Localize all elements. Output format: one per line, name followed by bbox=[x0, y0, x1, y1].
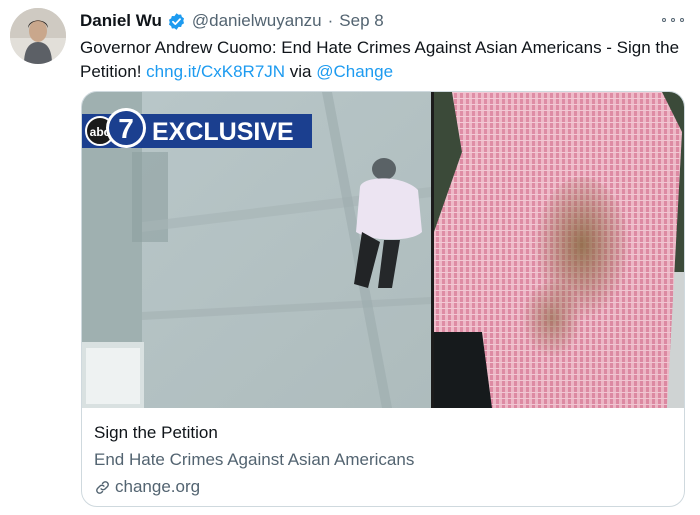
more-options-icon[interactable] bbox=[662, 12, 684, 28]
author-handle[interactable]: @danielwuyanzu bbox=[192, 11, 322, 31]
separator-dot: · bbox=[327, 11, 334, 30]
card-image-picture: abc 7 EXCLUSIVE bbox=[82, 92, 684, 408]
tweet[interactable]: Daniel Wu @danielwuyanzu · Sep 8 Governo… bbox=[0, 0, 700, 515]
mention-link[interactable]: @Change bbox=[316, 62, 393, 81]
card-title[interactable]: Sign the Petition bbox=[94, 422, 674, 446]
tweet-text-via: via bbox=[285, 62, 317, 81]
link-preview-card[interactable]: abc 7 EXCLUSIVE Sign the Petition End Ha… bbox=[81, 91, 685, 507]
tweet-header: Daniel Wu @danielwuyanzu · Sep 8 bbox=[80, 9, 384, 33]
card-image[interactable]: abc 7 EXCLUSIVE bbox=[82, 92, 684, 408]
verified-badge-icon bbox=[167, 12, 186, 31]
link-icon bbox=[94, 479, 111, 496]
channel-number-text: 7 bbox=[118, 113, 134, 144]
author-name[interactable]: Daniel Wu bbox=[80, 11, 162, 31]
exclusive-label: EXCLUSIVE bbox=[152, 118, 294, 146]
card-meta[interactable]: Sign the Petition End Hate Crimes Agains… bbox=[94, 422, 674, 498]
tweet-timestamp[interactable]: Sep 8 bbox=[339, 11, 383, 31]
card-domain-text: change.org bbox=[115, 477, 201, 496]
tweet-text: Governor Andrew Cuomo: End Hate Crimes A… bbox=[80, 36, 680, 84]
card-domain: change.org bbox=[94, 476, 674, 498]
avatar-image bbox=[10, 8, 66, 64]
avatar[interactable] bbox=[10, 8, 66, 64]
tweet-link[interactable]: chng.it/CxK8R7JN bbox=[146, 62, 285, 81]
card-description: End Hate Crimes Against Asian Americans bbox=[94, 450, 415, 469]
